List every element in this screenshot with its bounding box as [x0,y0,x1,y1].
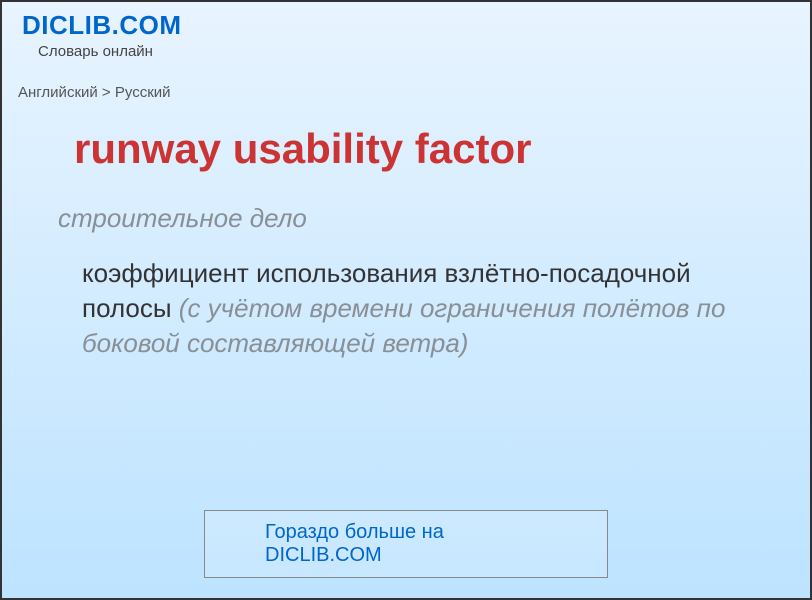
breadcrumb[interactable]: Английский > Русский [18,84,810,101]
definition-note: (с учётом времени ограничения полётов по… [82,293,725,358]
category-label: строительное дело [58,203,810,234]
site-title[interactable]: DICLIB.COM [22,10,790,41]
site-tagline: Словарь онлайн [38,43,790,60]
footer-promo-box: Гораздо больше на DICLIB.COM [204,510,608,578]
site-header: DICLIB.COM Словарь онлайн [2,2,810,64]
more-link[interactable]: Гораздо больше на DICLIB.COM [265,521,444,566]
term-heading: runway usability factor [74,125,810,173]
definition-text: коэффициент использования взлётно-посадо… [82,256,738,361]
